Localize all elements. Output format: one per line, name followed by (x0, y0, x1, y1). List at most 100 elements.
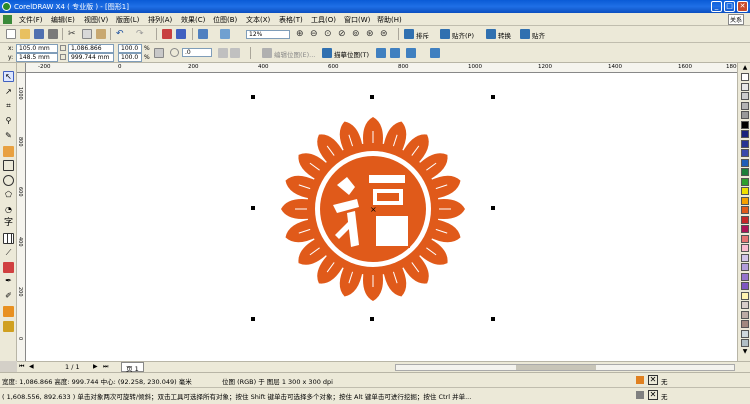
horizontal-ruler[interactable]: -200 0 200 400 600 800 1000 1200 1400 16… (26, 63, 737, 73)
no-outline-swatch[interactable]: ✕ (648, 390, 658, 400)
interactive-blend-tool-icon[interactable] (3, 262, 14, 273)
selection-handle[interactable] (251, 95, 255, 99)
palette-swatch[interactable] (741, 272, 749, 281)
mirror-v-icon[interactable] (230, 48, 240, 58)
menu-window[interactable]: 窗口(W) (344, 15, 370, 25)
palette-swatch[interactable] (741, 263, 749, 271)
palette-swatch[interactable] (741, 149, 749, 157)
palette-scroll-down-icon[interactable]: ▼ (741, 349, 749, 355)
palette-swatch[interactable] (741, 234, 749, 243)
palette-swatch[interactable] (741, 177, 749, 186)
selection-handle[interactable] (491, 95, 495, 99)
palette-swatch[interactable] (741, 168, 749, 176)
zoom-width-icon[interactable]: ⊛ (366, 29, 376, 39)
edit-bitmap-label[interactable]: 编辑位图(E)... (274, 49, 315, 59)
palette-swatch[interactable] (741, 291, 749, 300)
paste-snap-label[interactable]: 贴齐 (532, 30, 545, 40)
ellipse-tool-icon[interactable] (3, 175, 14, 186)
maximize-button[interactable]: □ (724, 1, 735, 12)
page-tab-1[interactable]: 页 1 (121, 362, 144, 373)
trace-icon[interactable] (404, 29, 414, 39)
zoom-tool-icon[interactable]: ⚲ (3, 116, 14, 127)
palette-swatch[interactable] (741, 329, 749, 338)
save-icon[interactable] (34, 29, 44, 39)
snap-label[interactable]: 贴齐(P) (452, 30, 474, 40)
palette-swatch[interactable] (741, 92, 749, 100)
fill-tool-icon[interactable] (3, 306, 14, 317)
selection-handle[interactable] (251, 206, 255, 210)
new-icon[interactable] (6, 29, 16, 39)
menu-edit[interactable]: 编辑(E) (51, 15, 75, 25)
shape-tool-icon[interactable]: ↗ (3, 87, 14, 98)
trace-bitmap-label[interactable]: 描摹位图(T) (334, 49, 369, 59)
rotation-angle-field[interactable]: .0 (182, 48, 212, 57)
eyedropper-tool-icon[interactable]: ✒ (3, 276, 14, 287)
horizontal-scrollbar[interactable] (395, 364, 735, 371)
zoom-selected-icon[interactable]: ⊙ (324, 29, 334, 39)
application-launcher-icon[interactable] (198, 29, 208, 39)
selection-handle[interactable] (370, 317, 374, 321)
snap-icon[interactable] (440, 29, 450, 39)
trace-bitmap-icon[interactable] (322, 48, 332, 58)
pan-icon[interactable]: ⊜ (380, 29, 390, 39)
menu-table[interactable]: 表格(T) (279, 15, 303, 25)
scrollbar-thumb[interactable] (516, 365, 596, 370)
import-icon[interactable] (162, 29, 172, 39)
smart-fill-tool-icon[interactable] (3, 146, 14, 157)
menu-help[interactable]: 帮助(H) (377, 15, 402, 25)
table-tool-icon[interactable] (3, 233, 14, 244)
palette-swatch[interactable] (741, 111, 749, 119)
rectangle-tool-icon[interactable] (3, 160, 14, 171)
zoom-all-icon[interactable]: ⊘ (338, 29, 348, 39)
undo-icon[interactable]: ↶ (116, 29, 126, 39)
palette-swatch[interactable] (741, 196, 749, 205)
crop-tool-icon[interactable]: ⌗ (3, 101, 14, 112)
palette-swatch[interactable] (741, 215, 749, 224)
palette-swatch[interactable] (741, 310, 749, 319)
cut-icon[interactable]: ✂ (68, 29, 78, 39)
redo-icon[interactable]: ↷ (136, 29, 146, 39)
menu-view[interactable]: 视图(V) (84, 15, 108, 25)
bitmap-color-mask-icon[interactable] (406, 48, 416, 58)
lock-ratio-icon[interactable] (154, 48, 164, 58)
polygon-tool-icon[interactable]: ⬠ (3, 190, 14, 201)
welcome-screen-icon[interactable] (220, 29, 230, 39)
freehand-tool-icon[interactable]: ✎ (3, 131, 14, 142)
selection-handle[interactable] (251, 317, 255, 321)
outline-tool-icon[interactable]: ✐ (3, 291, 14, 302)
menu-effects[interactable]: 效果(C) (181, 15, 205, 25)
palette-swatch[interactable] (741, 206, 749, 214)
palette-swatch[interactable] (741, 82, 749, 91)
minimize-button[interactable]: _ (711, 1, 722, 12)
height-field[interactable]: 999.744 mm (68, 53, 114, 62)
next-page-icon[interactable]: ▶ (93, 363, 101, 371)
pick-tool-icon[interactable]: ↖ (3, 71, 14, 82)
menu-bitmaps[interactable]: 位图(B) (213, 15, 237, 25)
open-icon[interactable] (20, 29, 30, 39)
first-page-icon[interactable]: ⏮ (19, 363, 27, 371)
resample-icon[interactable] (376, 48, 386, 58)
copy-icon[interactable] (82, 29, 92, 39)
zoom-page-icon[interactable]: ⊚ (352, 29, 362, 39)
palette-swatch[interactable] (741, 244, 749, 252)
palette-scroll-up-icon[interactable]: ▲ (741, 65, 749, 71)
paste-icon[interactable] (96, 29, 106, 39)
interactive-fill-tool-icon[interactable] (3, 321, 14, 332)
palette-swatch[interactable] (741, 187, 749, 195)
menu-file[interactable]: 文件(F) (19, 15, 43, 25)
prev-page-icon[interactable]: ◀ (29, 363, 37, 371)
palette-swatch[interactable] (741, 158, 749, 167)
palette-swatch[interactable] (741, 339, 749, 347)
palette-swatch[interactable] (741, 225, 749, 233)
scale-height-field[interactable]: 100.0 (118, 53, 142, 62)
zoom-in-icon[interactable]: ⊕ (296, 29, 306, 39)
palette-swatch[interactable] (741, 73, 749, 81)
drawing-canvas[interactable]: × (26, 73, 737, 361)
menu-arrange[interactable]: 排列(A) (148, 15, 172, 25)
selection-handle[interactable] (370, 95, 374, 99)
palette-swatch[interactable] (741, 101, 749, 110)
y-position-field[interactable]: 148.5 mm (16, 53, 58, 62)
menu-text[interactable]: 文本(X) (246, 15, 270, 25)
corner-label[interactable]: 关系 (728, 14, 745, 25)
text-tool-icon[interactable]: 字 (3, 219, 14, 230)
